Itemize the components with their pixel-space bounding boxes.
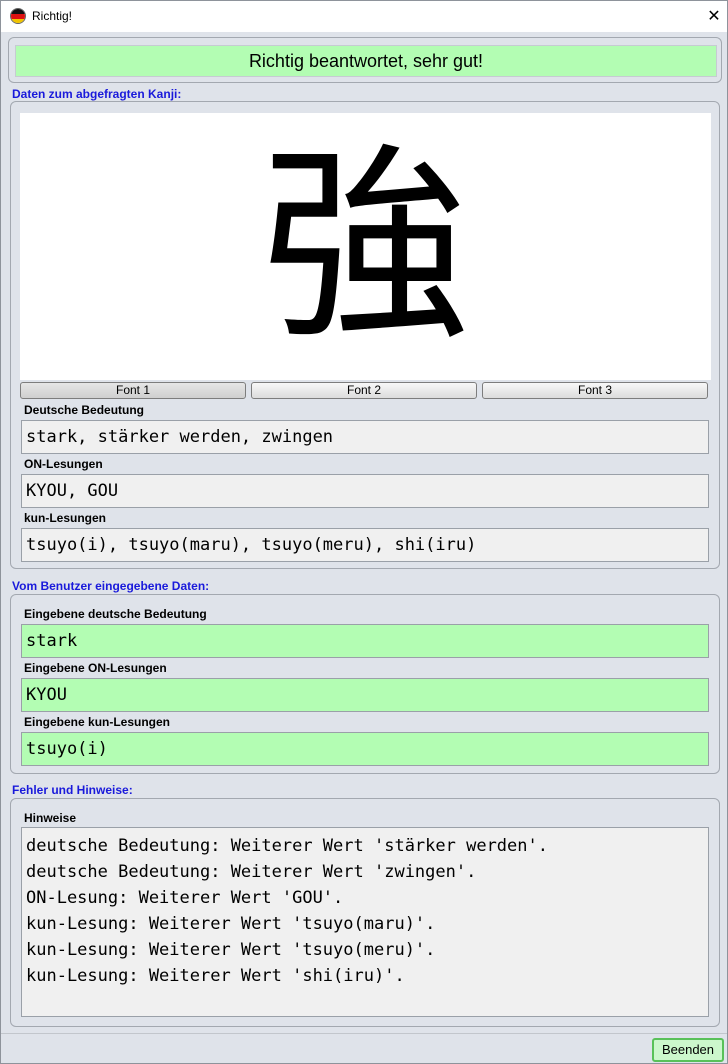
japan-germany-flag-icon — [10, 8, 26, 24]
note-line: kun-Lesung: Weiterer Wert 'tsuyo(meru)'. — [26, 940, 436, 960]
kanji-character: 強 — [260, 124, 471, 369]
notes-section-title: Fehler und Hinweise: — [12, 783, 133, 797]
close-icon[interactable]: ✕ — [701, 4, 727, 28]
footer-divider — [1, 1033, 727, 1034]
font-2-button[interactable]: Font 2 — [251, 382, 477, 399]
dialog-window: Richtig! ✕ Richtig beantwortet, sehr gut… — [0, 0, 728, 1064]
font-3-button[interactable]: Font 3 — [482, 382, 708, 399]
note-line: kun-Lesung: Weiterer Wert 'shi(iru)'. — [26, 966, 405, 986]
kanji-section-title: Daten zum abgefragten Kanji: — [12, 87, 182, 101]
user-section-title: Vom Benutzer eingegebene Daten: — [12, 579, 210, 593]
notes-text-area[interactable]: deutsche Bedeutung: Weiterer Wert 'stärk… — [21, 827, 709, 1017]
note-line: kun-Lesung: Weiterer Wert 'tsuyo(maru)'. — [26, 914, 436, 934]
quit-button[interactable]: Beenden — [652, 1038, 724, 1062]
result-banner: Richtig beantwortet, sehr gut! — [15, 45, 717, 77]
user-on-readings-field[interactable]: KYOU — [21, 678, 709, 712]
user-meaning-label: Eingebene deutsche Bedeutung — [24, 607, 207, 621]
kanji-display: 強 — [20, 113, 711, 380]
user-kun-readings-label: Eingebene kun-Lesungen — [24, 715, 171, 729]
font-1-button[interactable]: Font 1 — [20, 382, 246, 399]
notes-label: Hinweise — [24, 811, 77, 825]
meaning-field[interactable]: stark, stärker werden, zwingen — [21, 420, 709, 454]
on-readings-field[interactable]: KYOU, GOU — [21, 474, 709, 508]
note-line: deutsche Bedeutung: Weiterer Wert 'zwing… — [26, 862, 477, 882]
note-line: deutsche Bedeutung: Weiterer Wert 'stärk… — [26, 836, 548, 856]
kun-readings-field[interactable]: tsuyo(i), tsuyo(maru), tsuyo(meru), shi(… — [21, 528, 709, 562]
meaning-label: Deutsche Bedeutung — [24, 403, 145, 417]
user-kun-readings-field[interactable]: tsuyo(i) — [21, 732, 709, 766]
kun-readings-label: kun-Lesungen — [24, 511, 107, 525]
user-on-readings-label: Eingebene ON-Lesungen — [24, 661, 167, 675]
note-line: ON-Lesung: Weiterer Wert 'GOU'. — [26, 888, 344, 908]
window-title: Richtig! — [32, 9, 73, 23]
on-readings-label: ON-Lesungen — [24, 457, 103, 471]
title-bar[interactable]: Richtig! ✕ — [1, 1, 727, 32]
user-meaning-field[interactable]: stark — [21, 624, 709, 658]
